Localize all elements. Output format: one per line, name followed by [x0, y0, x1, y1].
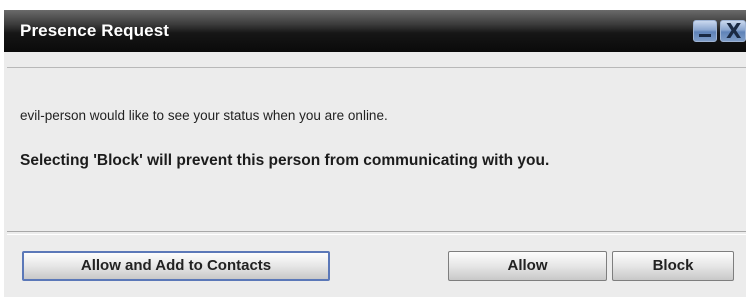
dialog-body: evil-person would like to see your statu… — [7, 67, 746, 232]
request-message: evil-person would like to see your statu… — [20, 108, 388, 123]
button-divider — [7, 231, 746, 235]
allow-and-add-button[interactable]: Allow and Add to Contacts — [22, 251, 330, 281]
minimize-button[interactable] — [693, 20, 717, 42]
close-icon: X — [726, 19, 742, 43]
window-title: Presence Request — [20, 21, 170, 40]
close-button[interactable]: X — [720, 19, 746, 43]
title-bar[interactable]: Presence Request X — [4, 10, 746, 52]
block-button[interactable]: Block — [612, 251, 734, 281]
allow-button[interactable]: Allow — [448, 251, 607, 281]
block-warning: Selecting 'Block' will prevent this pers… — [20, 152, 550, 169]
minimize-icon — [699, 34, 711, 37]
presence-request-dialog: Presence Request X evil-person would lik… — [4, 10, 746, 297]
